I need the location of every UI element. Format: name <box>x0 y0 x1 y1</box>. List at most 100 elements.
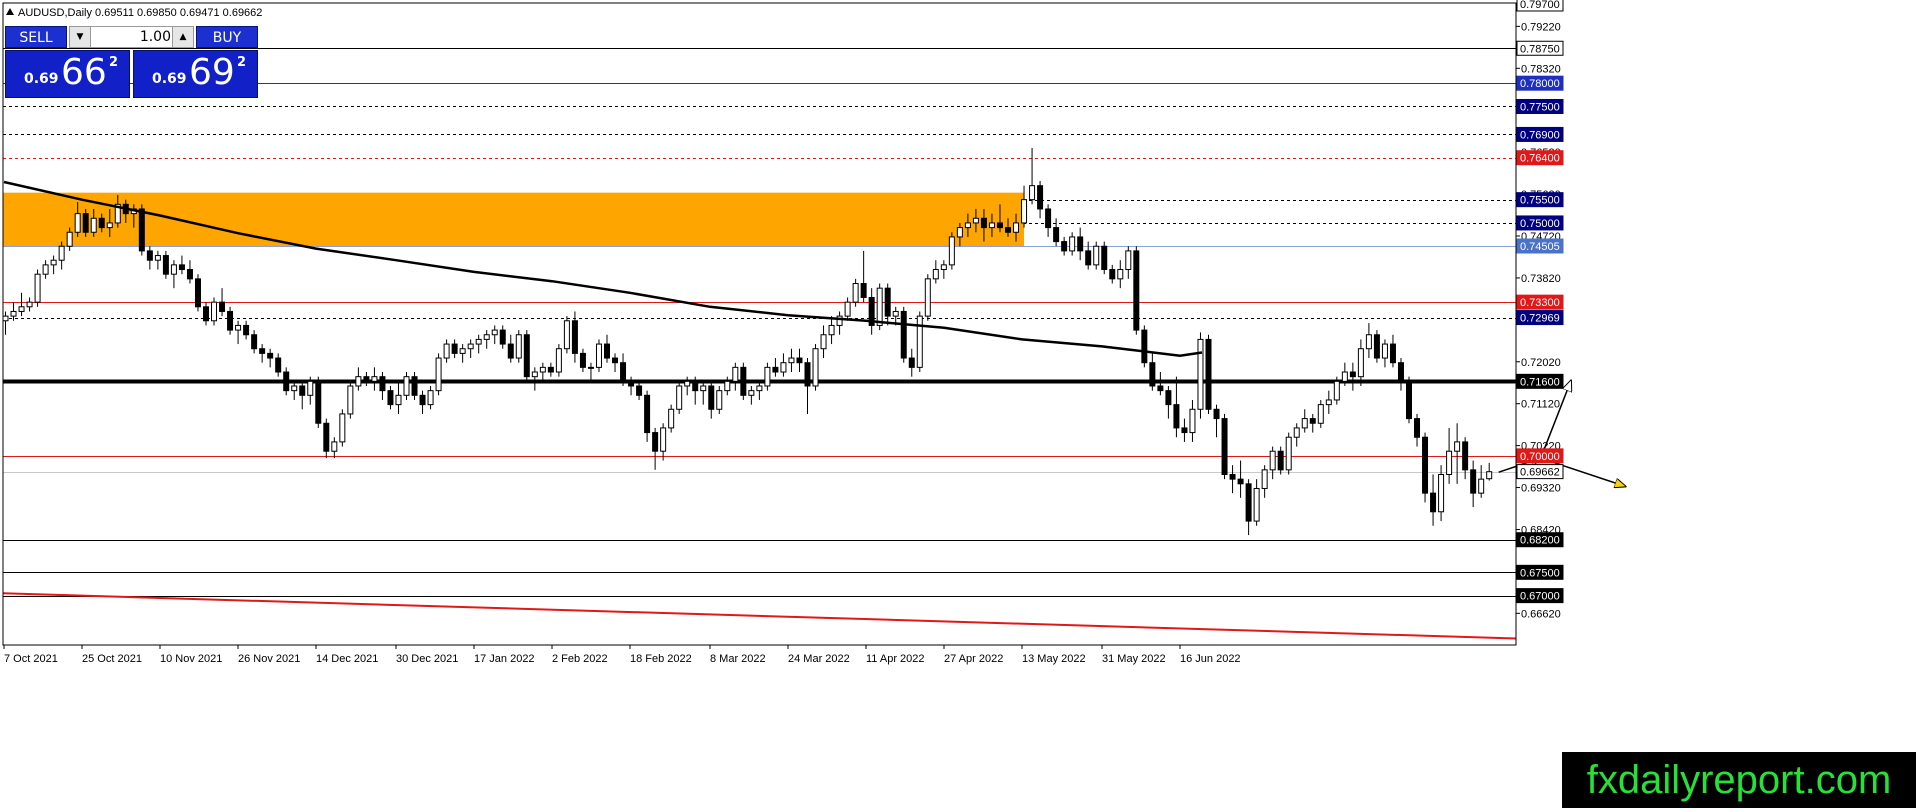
lot-increase-icon[interactable]: ▲ <box>172 27 193 47</box>
candle-body <box>90 217 97 233</box>
x-tick-label: 11 Apr 2022 <box>866 653 925 665</box>
candle-body <box>780 362 787 373</box>
candle-body <box>700 385 707 392</box>
candle-body <box>307 380 314 396</box>
sell-price-pips: 66 <box>61 52 107 93</box>
candle-body <box>892 310 899 317</box>
x-tick-label: 16 Jun 2022 <box>1180 653 1241 665</box>
candle-body <box>1037 185 1044 210</box>
candle-body <box>1077 236 1084 252</box>
candle-body <box>732 366 739 382</box>
price-chart[interactable]: 0.792200.783200.765200.756200.747200.738… <box>0 0 1916 812</box>
candle-body <box>636 385 643 396</box>
candle-body <box>1005 227 1011 233</box>
candle-body <box>579 352 586 368</box>
candle-body <box>515 334 522 359</box>
buy-button[interactable]: BUY <box>196 26 258 48</box>
candle-body <box>964 222 971 229</box>
sell-price-fraction: 2 <box>109 55 119 70</box>
candle-body <box>170 264 177 275</box>
candle-body <box>539 366 546 373</box>
candle-body <box>267 352 274 359</box>
candle-body <box>1141 329 1148 364</box>
candle <box>411 372 418 400</box>
candle-body <box>162 255 169 275</box>
candle <box>1285 432 1292 475</box>
y-tick-label: 0.78320 <box>1521 63 1561 75</box>
candle-body <box>652 432 659 452</box>
candle-body <box>435 357 442 392</box>
candle-body <box>692 380 699 392</box>
candle-body <box>259 348 266 354</box>
candle <box>162 250 169 279</box>
candle-body <box>595 343 602 368</box>
price-label: 0.71600 <box>1520 376 1560 388</box>
candle-body <box>908 357 915 368</box>
lot-size-input[interactable]: ▼ 1.00 ▲ <box>69 26 194 48</box>
candle-body <box>1462 441 1469 471</box>
candle-body <box>323 422 330 452</box>
candle-body <box>339 413 346 443</box>
y-tick-label: 0.69320 <box>1521 483 1561 495</box>
candle-body <box>451 343 458 354</box>
candle-body <box>315 380 322 424</box>
candle-body <box>1237 478 1244 485</box>
candle <box>1197 332 1204 419</box>
candle-body <box>1021 199 1028 224</box>
price-label: 0.78000 <box>1520 78 1560 90</box>
candle-body <box>395 394 402 406</box>
candle-body <box>996 222 1003 229</box>
lot-decrease-icon[interactable]: ▼ <box>70 27 91 47</box>
x-tick-label: 13 May 2022 <box>1022 653 1086 665</box>
candle-body <box>379 376 386 392</box>
buy-price-pips: 69 <box>189 52 235 93</box>
candle-body <box>1053 227 1060 243</box>
candle-body <box>331 441 338 452</box>
price-label: 0.78750 <box>1520 43 1560 55</box>
resistance-zone[interactable] <box>3 192 1024 247</box>
candle-body <box>547 366 554 373</box>
lot-size-value[interactable]: 1.00 <box>92 27 171 47</box>
price-label: 0.76400 <box>1520 153 1560 165</box>
candle-body <box>1277 450 1284 471</box>
candle-body <box>499 329 506 345</box>
candle-body <box>1446 450 1453 476</box>
x-tick-label: 10 Nov 2021 <box>160 653 222 665</box>
candle <box>403 372 410 400</box>
candle <box>194 274 201 312</box>
candle-body <box>668 408 675 429</box>
buy-price-box[interactable]: 0.69 69 2 <box>133 50 258 98</box>
candle-body <box>1430 492 1437 513</box>
candle <box>34 269 41 307</box>
candle-body <box>1285 436 1292 471</box>
candle-body <box>299 385 306 396</box>
candle-body <box>628 380 635 387</box>
candle-body <box>1229 474 1236 480</box>
x-tick-label: 14 Dec 2021 <box>316 653 378 665</box>
candle-body <box>1093 245 1100 266</box>
sell-button[interactable]: SELL <box>5 26 67 48</box>
x-tick-label: 8 Mar 2022 <box>710 653 766 665</box>
candle-body <box>1213 408 1220 420</box>
candle-body <box>852 283 859 303</box>
candle-body <box>1349 371 1356 378</box>
candle-body <box>211 301 218 322</box>
candle-body <box>186 269 193 280</box>
candle-body <box>828 324 835 336</box>
candle <box>1093 241 1100 270</box>
x-tick-label: 2 Feb 2022 <box>552 653 608 665</box>
y-tick-label: 0.73820 <box>1521 273 1561 285</box>
candle <box>1373 330 1380 363</box>
candle-body <box>587 366 594 369</box>
y-tick-label: 0.66620 <box>1521 608 1561 620</box>
candle-body <box>1293 427 1300 438</box>
sell-price-box[interactable]: 0.69 66 2 <box>5 50 130 98</box>
candle-body <box>2 315 9 322</box>
candle-body <box>1125 250 1132 271</box>
candle-body <box>483 334 490 340</box>
candle-body <box>1189 408 1196 434</box>
candle-body <box>1085 250 1092 266</box>
candle-body <box>1045 208 1052 229</box>
candle-body <box>1269 450 1276 471</box>
candle-body <box>972 217 979 224</box>
